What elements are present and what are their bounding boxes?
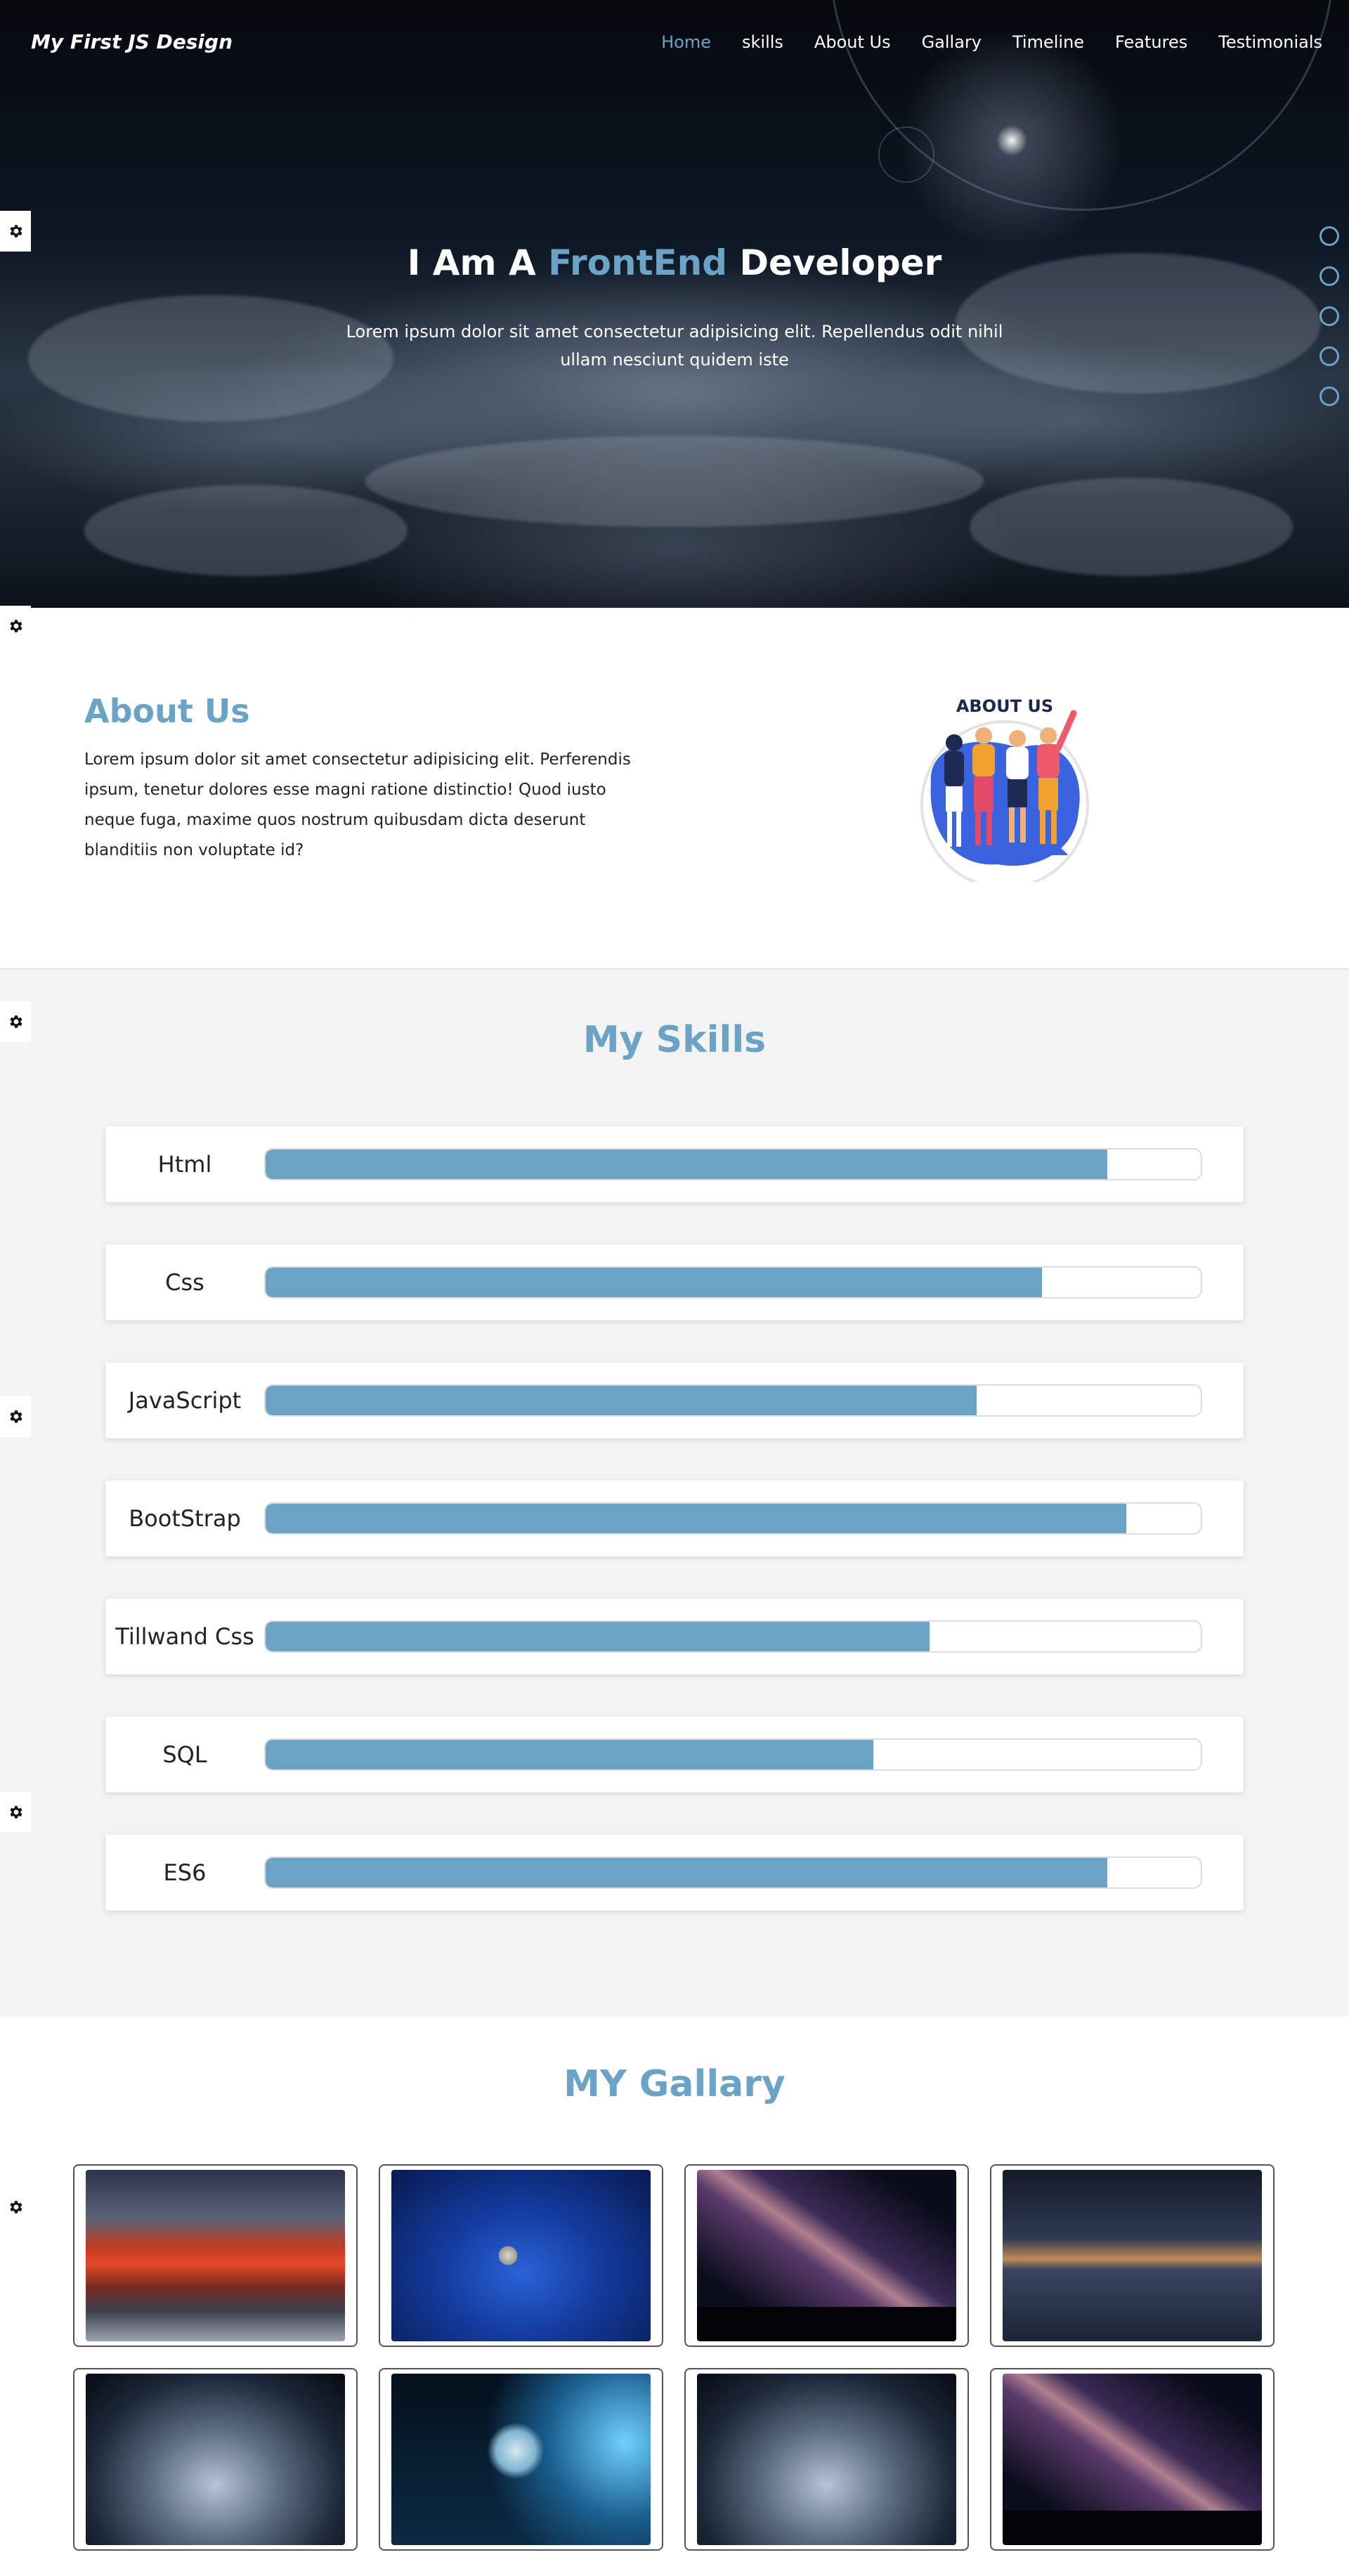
cloudy-planet-vortex-photo	[697, 2374, 956, 2545]
hero-section: My First JS Design Home skills About Us …	[0, 0, 1349, 608]
gallery-item[interactable]	[73, 2164, 358, 2347]
gallery-item[interactable]	[990, 2164, 1275, 2347]
about-us-illustration: ABOUT US	[920, 696, 1089, 882]
gear-icon	[10, 620, 22, 632]
nav-link-testimonials[interactable]: Testimonials	[1218, 32, 1322, 52]
skill-name: Html	[157, 1151, 212, 1178]
skill-progress-fill	[266, 1858, 1107, 1887]
gallery-title: MY Gallary	[563, 2063, 786, 2105]
bullet-nav-3[interactable]	[1319, 306, 1339, 326]
skill-card: Css	[105, 1244, 1244, 1320]
nav-links: Home skills About Us Gallary Timeline Fe…	[630, 32, 1322, 52]
skill-name: Tillwand Css	[115, 1623, 254, 1650]
skill-progress-fill	[266, 1504, 1126, 1533]
skill-card: JavaScript	[105, 1362, 1244, 1438]
skill-progress-track	[264, 1148, 1202, 1180]
skill-name: JavaScript	[128, 1387, 242, 1414]
cloud-shape	[28, 295, 393, 422]
cloud-shape	[84, 485, 408, 576]
gallery-item[interactable]	[379, 2368, 663, 2551]
gear-icon	[10, 225, 22, 238]
small-planet-arc	[878, 126, 934, 183]
hero-title-post: Developer	[727, 242, 942, 283]
section-bullets	[1319, 226, 1339, 427]
skill-progress-track	[264, 1620, 1202, 1653]
site-logo[interactable]: My First JS Design	[31, 30, 233, 53]
nav-link-skills[interactable]: skills	[742, 32, 783, 52]
skill-card: Html	[105, 1126, 1244, 1202]
skill-progress-fill	[266, 1268, 1042, 1297]
settings-toggle[interactable]	[0, 1001, 31, 1042]
skills-title: My Skills	[582, 1019, 767, 1061]
gear-icon	[10, 1015, 22, 1028]
bullet-nav-1[interactable]	[1319, 226, 1339, 246]
skill-progress-fill	[266, 1386, 977, 1415]
milky-way-photo	[697, 2170, 956, 2341]
bullet-nav-4[interactable]	[1319, 346, 1339, 366]
top-navigation: My First JS Design Home skills About Us …	[0, 0, 1349, 84]
cloud-shape	[970, 478, 1293, 576]
sunset-boat-reflection-photo	[1003, 2170, 1262, 2341]
nav-link-home[interactable]: Home	[661, 32, 711, 52]
milky-way-photo	[1003, 2374, 1262, 2545]
skill-progress-track	[264, 1856, 1202, 1889]
skill-name: Css	[165, 1269, 204, 1296]
hero-subtitle: Lorem ipsum dolor sit amet consectetur a…	[346, 322, 1003, 370]
skill-progress-track	[264, 1384, 1202, 1417]
gallery-item[interactable]	[379, 2164, 663, 2347]
red-mountain-photo	[86, 2170, 345, 2341]
about-section: About Us Lorem ipsum dolor sit amet cons…	[0, 608, 1349, 970]
skills-section: My Skills Html Css JavaScript BootStrap …	[0, 970, 1349, 2017]
skill-name: BootStrap	[129, 1505, 241, 1532]
skill-progress-track	[264, 1738, 1202, 1771]
skill-progress-fill	[266, 1150, 1107, 1179]
settings-toggle[interactable]	[0, 1792, 31, 1833]
bullet-nav-5[interactable]	[1319, 386, 1339, 406]
cloudy-planet-vortex-photo	[86, 2374, 345, 2545]
skill-name: ES6	[163, 1859, 207, 1886]
about-image-label: ABOUT US	[956, 696, 1053, 716]
skill-card: SQL	[105, 1717, 1244, 1793]
settings-toggle[interactable]	[0, 1396, 31, 1437]
nav-link-timeline[interactable]: Timeline	[1012, 32, 1084, 52]
nav-link-about-us[interactable]: About Us	[814, 32, 891, 52]
settings-toggle[interactable]	[0, 606, 31, 646]
cloud-shape	[365, 436, 984, 527]
gallery-section: MY Gallary	[0, 2017, 1349, 2576]
hero-title-highlight: FrontEnd	[548, 242, 728, 283]
bullet-nav-2[interactable]	[1319, 266, 1339, 286]
skill-card: BootStrap	[105, 1481, 1244, 1556]
gear-icon	[10, 1410, 22, 1423]
nav-link-features[interactable]: Features	[1115, 32, 1187, 52]
moon-in-blue-space-photo	[391, 2170, 651, 2341]
skill-name: SQL	[162, 1741, 207, 1768]
skill-progress-track	[264, 1266, 1202, 1299]
gallery-item[interactable]	[684, 2368, 969, 2551]
skill-card: Tillwand Css	[105, 1599, 1244, 1674]
about-title: About Us	[84, 692, 250, 730]
skill-progress-fill	[266, 1622, 930, 1651]
gear-icon	[10, 1806, 22, 1819]
nav-link-gallary[interactable]: Gallary	[922, 32, 982, 52]
gallery-item[interactable]	[73, 2368, 358, 2551]
hero-title-pre: I Am A	[407, 242, 549, 283]
skill-progress-track	[264, 1502, 1202, 1535]
gallery-item[interactable]	[990, 2368, 1275, 2551]
settings-toggle[interactable]	[0, 211, 31, 252]
settings-toggle[interactable]	[0, 2187, 31, 2227]
astronaut-photo	[391, 2374, 651, 2545]
skill-card: ES6	[105, 1835, 1244, 1911]
gear-icon	[10, 2201, 22, 2213]
hero-title: I Am A FrontEnd Developer	[0, 242, 1349, 283]
about-text: Lorem ipsum dolor sit amet consectetur a…	[84, 750, 631, 859]
gallery-item[interactable]	[684, 2164, 969, 2347]
skill-progress-fill	[266, 1740, 874, 1769]
